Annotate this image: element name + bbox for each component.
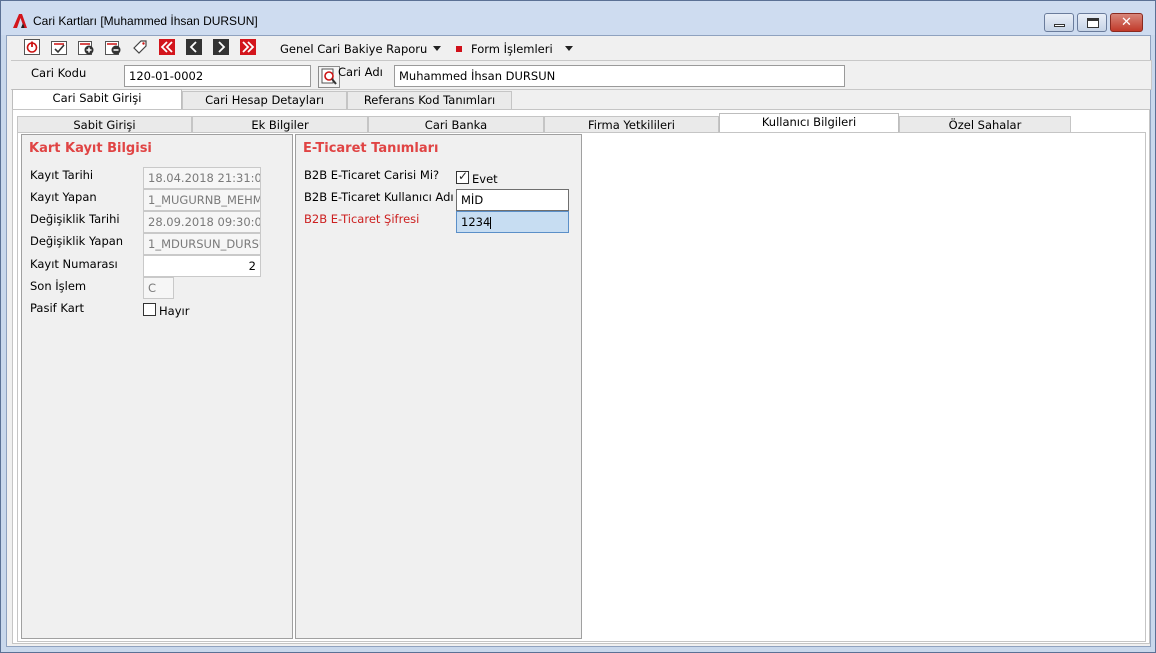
cari-kodu-input[interactable]: 120-01-0002 bbox=[124, 65, 311, 87]
menu-form-islemleri[interactable]: Form İşlemleri bbox=[471, 42, 553, 56]
cari-adi-input[interactable]: Muhammed İhsan DURSUN bbox=[394, 65, 845, 87]
kullanici-bilgileri-panel: Kart Kayıt Bilgisi Kayıt Tarihi 18.04.20… bbox=[17, 132, 1146, 642]
degisiklik-tarihi-label: Değişiklik Tarihi bbox=[30, 212, 120, 226]
last-record-icon[interactable] bbox=[240, 39, 256, 55]
pasif-kart-checkbox[interactable] bbox=[143, 303, 156, 316]
eticaret-tanimlari-title: E-Ticaret Tanımları bbox=[303, 141, 439, 156]
kayit-yapan-field[interactable]: 1_MUGURNB_MEHMET bbox=[143, 189, 261, 211]
pasif-kart-checkbox-label: Hayır bbox=[159, 304, 190, 318]
search-icon bbox=[321, 68, 337, 85]
kayit-numarasi-label: Kayıt Numarası bbox=[30, 257, 118, 271]
next-record-icon[interactable] bbox=[213, 39, 229, 55]
cari-sabit-girisi-panel: Sabit Girişi Ek Bilgiler Cari Banka Firm… bbox=[12, 109, 1150, 644]
delete-record-icon[interactable] bbox=[105, 39, 121, 55]
son-islem-label: Son İşlem bbox=[30, 279, 87, 293]
kayit-tarihi-field[interactable]: 18.04.2018 21:31:00 bbox=[143, 167, 261, 189]
app-logo-icon bbox=[13, 14, 27, 28]
cari-header-row: Cari Kodu 120-01-0002 Cari Adı Muhammed … bbox=[11, 60, 1152, 90]
eticaret-tanimlari-group: E-Ticaret Tanımları B2B E-Ticaret Carisi… bbox=[295, 134, 582, 639]
son-islem-field[interactable]: C bbox=[143, 277, 174, 299]
kayit-numarasi-field[interactable]: 2 bbox=[143, 255, 261, 277]
b2b-sifre-value: 1234 bbox=[461, 215, 491, 229]
app-window: Cari Kartları [Muhammed İhsan DURSUN] ✕ bbox=[0, 0, 1156, 653]
kayit-tarihi-label: Kayıt Tarihi bbox=[30, 168, 94, 182]
menu-genel-cari-bakiye-raporu[interactable]: Genel Cari Bakiye Raporu bbox=[280, 42, 427, 56]
b2b-kullanici-adi-input[interactable]: MİD bbox=[456, 189, 569, 211]
chevron-down-icon[interactable] bbox=[565, 46, 573, 51]
degisiklik-tarihi-field[interactable]: 28.09.2018 09:30:00 bbox=[143, 211, 261, 233]
close-button[interactable]: ✕ bbox=[1110, 13, 1143, 32]
b2b-carisi-mi-checkbox[interactable]: ✓ bbox=[456, 169, 469, 184]
previous-record-icon[interactable] bbox=[186, 39, 202, 55]
text-cursor bbox=[490, 216, 492, 229]
b2b-carisi-mi-checkbox-label: Evet bbox=[472, 172, 498, 186]
b2b-sifre-input[interactable]: 1234 bbox=[456, 211, 569, 233]
approve-icon[interactable] bbox=[51, 39, 67, 55]
client-area: Genel Cari Bakiye Raporu Form İşlemleri … bbox=[6, 35, 1152, 647]
cari-kodu-label: Cari Kodu bbox=[31, 66, 87, 80]
title-bar[interactable]: Cari Kartları [Muhammed İhsan DURSUN] ✕ bbox=[1, 1, 1155, 35]
minimize-button[interactable] bbox=[1044, 13, 1074, 32]
search-button[interactable] bbox=[318, 66, 340, 88]
b2b-sifre-label: B2B E-Ticaret Şifresi bbox=[304, 212, 420, 226]
window-title: Cari Kartları [Muhammed İhsan DURSUN] bbox=[33, 14, 258, 28]
b2b-kullanici-adi-label: B2B E-Ticaret Kullanıcı Adı bbox=[304, 190, 454, 204]
kart-kayit-bilgisi-group: Kart Kayıt Bilgisi Kayıt Tarihi 18.04.20… bbox=[21, 134, 293, 639]
subtab-kullanici-bilgileri[interactable]: Kullanıcı Bilgileri bbox=[719, 113, 899, 134]
first-record-icon[interactable] bbox=[159, 39, 175, 55]
degisiklik-yapan-label: Değişiklik Yapan bbox=[30, 234, 124, 248]
kayit-yapan-label: Kayıt Yapan bbox=[30, 190, 97, 204]
kart-kayit-bilgisi-title: Kart Kayıt Bilgisi bbox=[29, 141, 152, 156]
tab-cari-sabit-girisi[interactable]: Cari Sabit Girişi bbox=[12, 89, 182, 110]
tab-cari-hesap-detaylari[interactable]: Cari Hesap Detayları bbox=[182, 91, 347, 109]
minimize-icon bbox=[1054, 24, 1065, 27]
chevron-down-icon[interactable] bbox=[433, 46, 441, 51]
maximize-button[interactable] bbox=[1077, 13, 1107, 32]
maximize-icon bbox=[1087, 18, 1099, 28]
power-icon[interactable] bbox=[24, 39, 40, 55]
degisiklik-yapan-field[interactable]: 1_MDURSUN_DURSUN bbox=[143, 233, 261, 255]
toolbar: Genel Cari Bakiye Raporu Form İşlemleri bbox=[7, 36, 1150, 60]
cari-adi-label: Cari Adı bbox=[338, 65, 383, 79]
form-islemleri-icon bbox=[456, 46, 462, 52]
checkmark-icon: ✓ bbox=[458, 169, 469, 183]
tab-referans-kod-tanimlari[interactable]: Referans Kod Tanımları bbox=[347, 91, 512, 109]
b2b-carisi-mi-label: B2B E-Ticaret Carisi Mi? bbox=[304, 168, 440, 182]
pasif-kart-label: Pasif Kart bbox=[30, 301, 84, 315]
close-icon: ✕ bbox=[1121, 15, 1132, 30]
tag-icon[interactable] bbox=[132, 39, 148, 55]
add-record-icon[interactable] bbox=[78, 39, 94, 55]
